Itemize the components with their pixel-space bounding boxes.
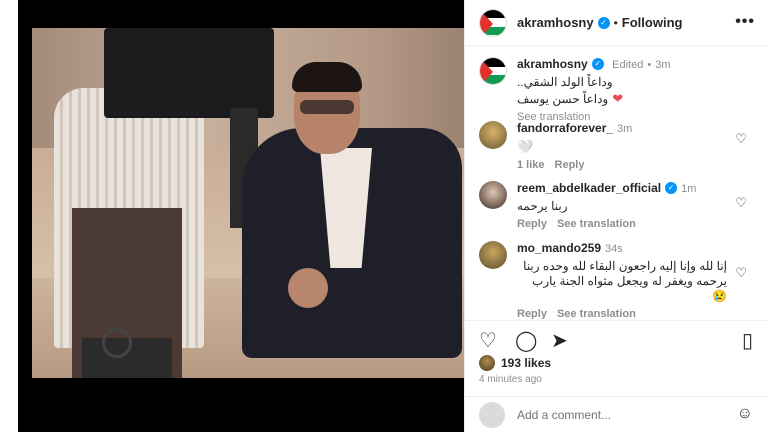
verified-badge-icon: ✓ <box>591 57 604 70</box>
photo-man-hair <box>292 62 362 92</box>
comment-text: ربنا يرحمه <box>517 199 568 213</box>
flag-triangle-red <box>480 58 493 84</box>
separator-dot: • <box>647 59 652 71</box>
comment-like-heart-icon[interactable]: ♡ <box>735 195 747 211</box>
separator-dot: • <box>613 15 618 30</box>
comment-avatar[interactable] <box>479 121 507 149</box>
comment-body: reem_abdelkader_official ✓ 1m ربنا يرحمه R… <box>517 179 727 230</box>
comment-time: 1m <box>681 183 697 195</box>
post-media[interactable] <box>18 0 464 432</box>
caption-avatar[interactable] <box>479 57 507 85</box>
post-timestamp: 4 minutes ago <box>479 374 542 385</box>
comments-list[interactable]: akramhosny ✓ Edited • 3m وداعاً الولد الشقي… <box>465 47 768 319</box>
caption-edited: Edited <box>612 59 644 71</box>
comment-like-heart-icon[interactable]: ♡ <box>735 265 747 281</box>
comment-username[interactable]: fandorraforever_ <box>517 121 613 135</box>
red-heart-icon: ❤ <box>612 90 624 106</box>
verified-badge-icon: ✓ <box>597 16 610 29</box>
author-username[interactable]: akramhosny <box>517 15 594 30</box>
post-header: akramhosny ✓ • Following ••• <box>465 0 768 46</box>
caption-line-1: وداعاً الولد الشقي.. <box>517 75 613 89</box>
likes-summary[interactable]: 193 likes <box>479 355 551 371</box>
comment-bubble-icon[interactable]: ◯ <box>515 331 537 351</box>
more-options-icon[interactable]: ••• <box>735 13 755 31</box>
emoji-picker-icon[interactable]: ☺ <box>737 405 753 423</box>
like-heart-icon[interactable]: ♡ <box>479 331 497 351</box>
comment-see-translation[interactable]: See translation <box>557 308 636 319</box>
post-photo[interactable] <box>32 28 464 378</box>
share-send-icon[interactable]: ➤ <box>551 331 568 351</box>
comment-text: 🤍 <box>517 139 534 154</box>
comment-reply-button[interactable]: Reply <box>517 218 547 230</box>
caption-line-2: وداعاً حسن يوسف <box>517 92 609 106</box>
caption-time: 3m <box>655 59 671 71</box>
save-bookmark-icon[interactable]: ▯ <box>742 331 753 351</box>
caption-username[interactable]: akramhosny <box>517 57 588 71</box>
comment-time: 3m <box>617 123 633 135</box>
comment-reply-button[interactable]: Reply <box>517 308 547 319</box>
photo-cable <box>102 328 132 358</box>
comment-text: إنا لله وإنا إليه راجعون البقاء لله وحده… <box>523 259 727 303</box>
comment-likes[interactable]: 1 like <box>517 159 545 171</box>
likes-count[interactable]: 193 likes <box>501 356 551 370</box>
comment-time: 34s <box>605 243 623 255</box>
flag-triangle-red <box>480 9 493 36</box>
comment-see-translation[interactable]: See translation <box>557 218 636 230</box>
comment-body: mo_mando259 34s إنا لله وإنا إليه راجعون … <box>517 239 727 319</box>
add-comment-input[interactable] <box>517 407 717 422</box>
verified-badge-icon: ✓ <box>665 181 678 194</box>
liker-avatar <box>479 355 495 371</box>
instagram-post-view: akramhosny ✓ • Following ••• akramhosny ✓… <box>0 0 768 432</box>
photo-man-glasses <box>300 100 354 114</box>
comment-username[interactable]: mo_mando259 <box>517 241 601 255</box>
photo-film-camera <box>104 28 274 118</box>
comment-username[interactable]: reem_abdelkader_official <box>517 181 661 195</box>
add-comment-bar: ☺ <box>465 396 768 432</box>
comment-avatar[interactable] <box>479 181 507 209</box>
following-button[interactable]: Following <box>622 15 683 30</box>
photo-man-hand <box>288 268 328 308</box>
caption-body: akramhosny ✓ Edited • 3m وداعاً الولد الشقي… <box>517 55 727 123</box>
comment-like-heart-icon[interactable]: ♡ <box>735 131 747 147</box>
comment-avatar[interactable] <box>479 241 507 269</box>
comment-reply-button[interactable]: Reply <box>555 159 585 171</box>
post-side-panel: akramhosny ✓ • Following ••• akramhosny ✓… <box>464 0 768 432</box>
current-user-avatar <box>479 401 505 428</box>
comment-body: fandorraforever_ 3m 🤍 1 like Reply <box>517 119 727 171</box>
author-avatar[interactable] <box>479 8 507 37</box>
